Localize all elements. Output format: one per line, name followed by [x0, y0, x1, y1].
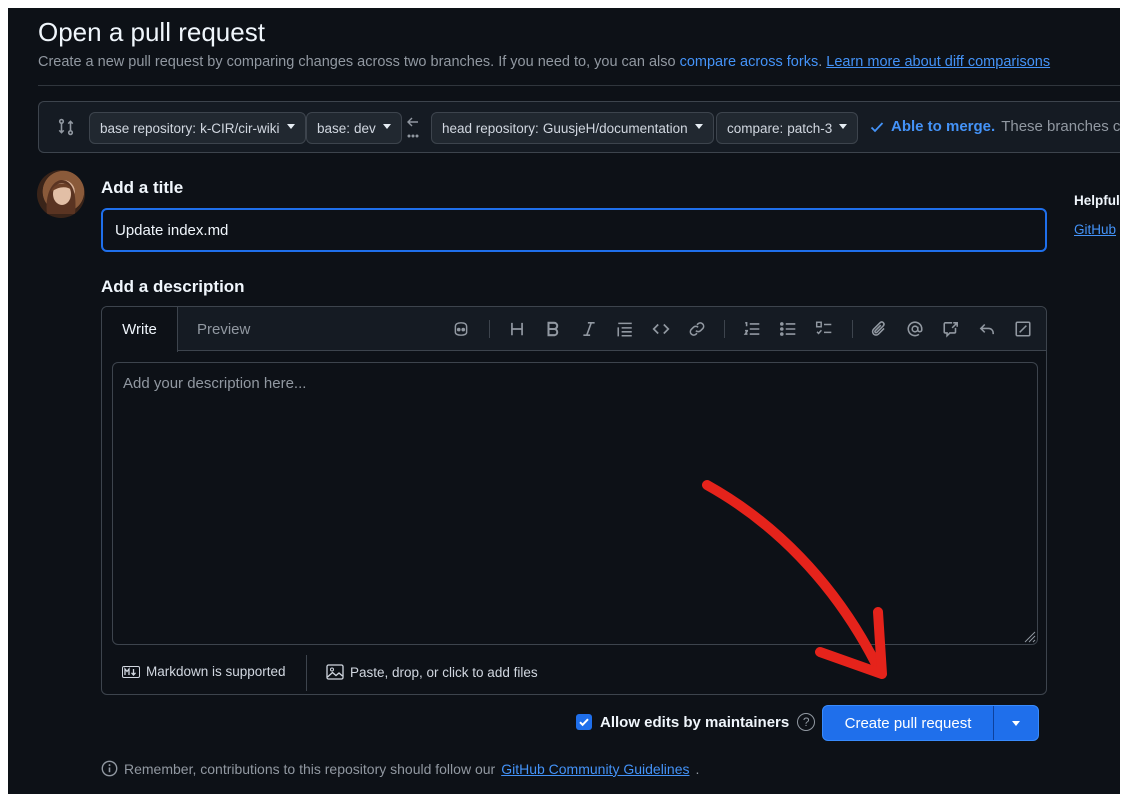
create-pull-request-button[interactable]: Create pull request — [822, 705, 1039, 741]
pr-page: Open a pull request Create a new pull re… — [8, 8, 1120, 794]
description-editor: Write Preview Add your description here.… — [101, 306, 1047, 695]
reply-icon[interactable] — [977, 319, 997, 339]
editor-toolbar: Write Preview — [102, 307, 1046, 352]
paperclip-icon[interactable] — [869, 319, 889, 339]
check-icon — [870, 121, 884, 132]
page-subtitle: Create a new pull request by comparing c… — [38, 54, 1051, 70]
contribution-note: Remember, contributions to this reposito… — [101, 760, 699, 777]
allow-edits-checkbox[interactable] — [576, 714, 592, 730]
github-link[interactable]: GitHub — [1074, 222, 1120, 237]
create-options-dropdown[interactable] — [994, 706, 1038, 740]
image-icon — [326, 664, 344, 680]
tab-preview[interactable]: Preview — [197, 307, 250, 352]
quote-icon[interactable] — [615, 319, 635, 339]
base-branch-dropdown[interactable]: base: dev — [306, 112, 402, 144]
resize-handle-icon[interactable] — [1022, 629, 1036, 643]
check-icon — [579, 718, 589, 727]
chevron-down-icon — [839, 123, 848, 129]
merge-status: Able to merge. These branches c — [869, 118, 1120, 135]
mention-icon[interactable] — [905, 319, 925, 339]
bold-icon[interactable] — [543, 319, 563, 339]
create-pull-request-label[interactable]: Create pull request — [823, 706, 993, 740]
header-divider — [38, 85, 1120, 86]
avatar-image — [46, 180, 76, 214]
ordered-list-icon[interactable] — [742, 319, 762, 339]
markdown-note[interactable]: Markdown is supported — [122, 664, 286, 679]
link-icon[interactable] — [687, 319, 707, 339]
helpful-resources: Helpful GitHub — [1074, 193, 1120, 237]
avatar[interactable] — [37, 170, 85, 218]
compare-branch-dropdown[interactable]: compare: patch-3 — [716, 112, 859, 144]
subtitle-text: Create a new pull request by comparing c… — [38, 54, 680, 70]
title-label: Add a title — [101, 178, 184, 197]
compare-icon — [58, 118, 74, 136]
page-title: Open a pull request — [38, 17, 265, 47]
fullscreen-icon[interactable] — [1013, 319, 1033, 339]
head-repository-dropdown[interactable]: head repository: GuusjeH/documentation — [431, 112, 714, 144]
learn-more-link[interactable]: Learn more about diff comparisons — [826, 54, 1050, 70]
chevron-down-icon — [382, 123, 391, 129]
markdown-icon — [122, 665, 140, 678]
allow-edits-label: Allow edits by maintainers — [600, 713, 790, 731]
cross-reference-icon[interactable] — [941, 319, 961, 339]
help-icon[interactable]: ? — [797, 713, 816, 731]
code-icon[interactable] — [651, 319, 671, 339]
description-textarea[interactable] — [112, 362, 1038, 645]
chevron-down-icon — [694, 123, 703, 129]
helpful-heading: Helpful — [1074, 193, 1120, 208]
heading-icon[interactable] — [507, 319, 527, 339]
copilot-icon[interactable] — [451, 319, 471, 339]
community-guidelines-link[interactable]: GitHub Community Guidelines — [501, 761, 689, 777]
note-text: Remember, contributions to this reposito… — [124, 760, 496, 777]
chevron-down-icon — [1012, 720, 1020, 726]
task-list-icon[interactable] — [814, 319, 834, 339]
attach-files-button[interactable]: Paste, drop, or click to add files — [326, 664, 538, 680]
title-input[interactable] — [101, 208, 1047, 252]
info-icon — [101, 760, 118, 777]
unordered-list-icon[interactable] — [778, 319, 798, 339]
allow-edits-option[interactable]: Allow edits by maintainers ? — [576, 713, 816, 731]
tab-write[interactable]: Write — [102, 307, 178, 352]
branch-range-bar: base repository: k-CIR/cir-wiki base: de… — [38, 101, 1120, 153]
description-label: Add a description — [101, 277, 245, 296]
arrow-left-icon — [407, 117, 419, 138]
italic-icon[interactable] — [579, 319, 599, 339]
base-repository-dropdown[interactable]: base repository: k-CIR/cir-wiki — [89, 112, 306, 144]
editor-footer: Markdown is supported Paste, drop, or cl… — [102, 652, 1046, 695]
chevron-down-icon — [286, 123, 295, 129]
compare-forks-link[interactable]: compare across forks — [680, 54, 819, 70]
